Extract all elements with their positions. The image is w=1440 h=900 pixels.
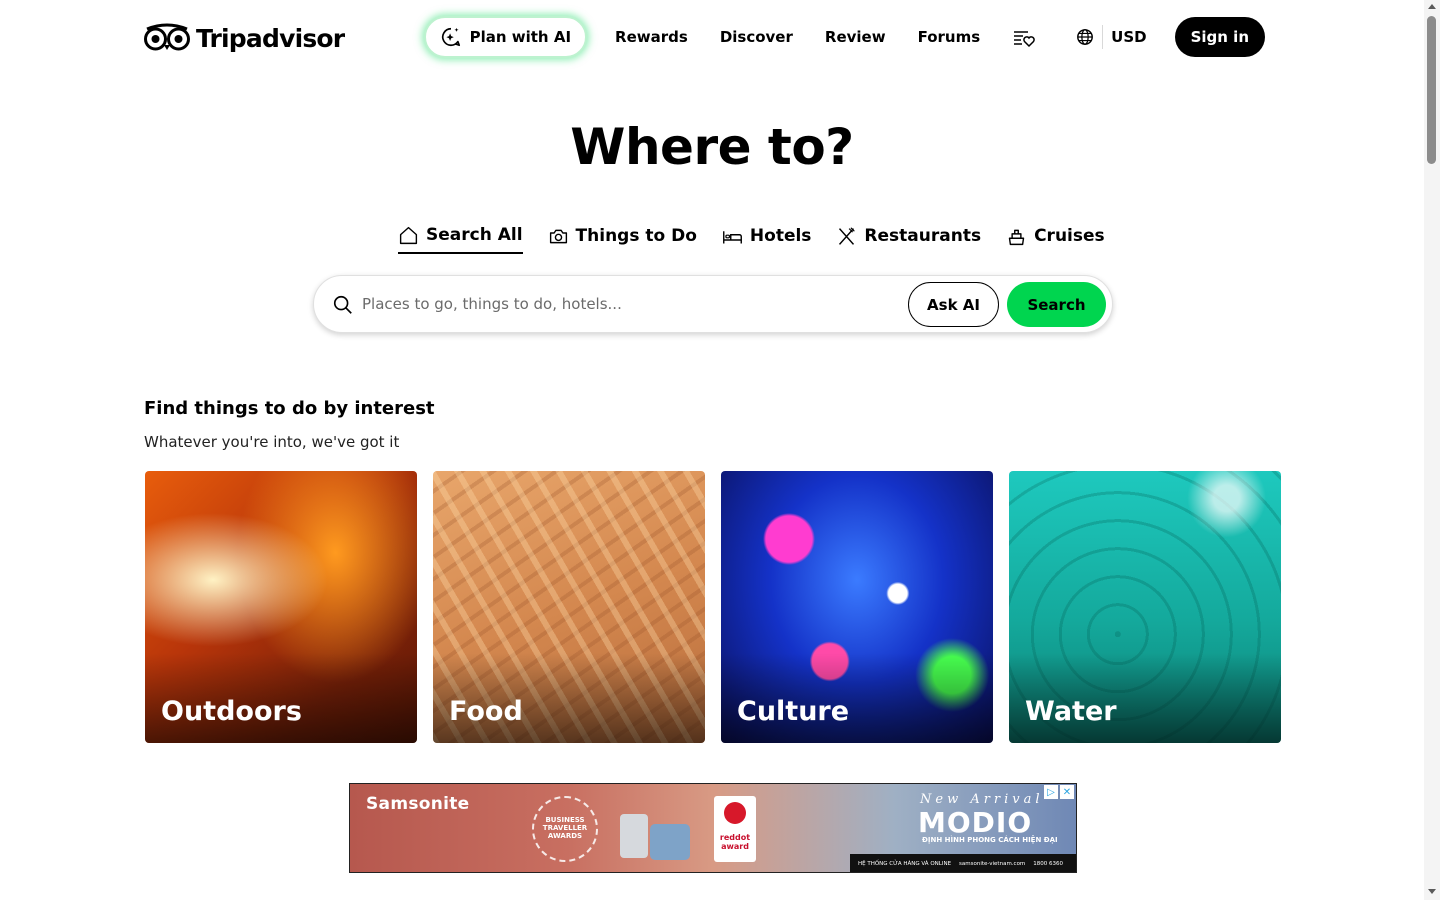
top-nav: Plan with AI Rewards Discover Review For… xyxy=(423,16,1265,58)
luggage-image xyxy=(650,824,690,860)
card-label: Water xyxy=(1025,696,1117,727)
ad-tagline: ĐỊNH HÌNH PHONG CÁCH HIỆN ĐẠI xyxy=(922,836,1058,844)
adchoices-icon[interactable]: ▷ xyxy=(1044,785,1058,799)
luggage-image xyxy=(620,814,648,858)
ai-sparkle-chat-icon xyxy=(441,27,460,47)
search-bar: Ask AI Search xyxy=(313,275,1113,333)
page-scrollbar[interactable] xyxy=(1424,0,1440,900)
top-header: Tripadvisor Plan with AI Rewards Discove… xyxy=(0,0,1424,76)
tab-restaurants[interactable]: Restaurants xyxy=(836,218,981,254)
tab-hotels[interactable]: Hotels xyxy=(722,218,812,254)
section-subtitle: Whatever you're into, we've got it xyxy=(144,433,400,451)
card-label: Culture xyxy=(737,696,850,727)
tab-things-to-do[interactable]: Things to Do xyxy=(548,218,697,254)
currency-selector[interactable]: USD xyxy=(1111,28,1146,46)
interest-card-water[interactable]: Water xyxy=(1009,471,1281,743)
ad-model-name: MODIO xyxy=(918,806,1033,839)
ad-strip-text: 1800 6360 xyxy=(1033,860,1064,867)
nav-discover[interactable]: Discover xyxy=(704,28,809,46)
ad-close-icon[interactable]: ✕ xyxy=(1060,785,1074,799)
interest-cards: Outdoors Food Culture Water xyxy=(145,471,1281,743)
plan-with-ai-label: Plan with AI xyxy=(469,28,572,46)
card-label: Outdoors xyxy=(161,696,302,727)
tab-label: Cruises xyxy=(1034,226,1105,246)
header-divider xyxy=(1102,25,1104,49)
interest-card-food[interactable]: Food xyxy=(433,471,705,743)
ad-strip-text: HỆ THỐNG CỬA HÀNG VÀ ONLINE xyxy=(858,860,952,867)
tab-label: Search All xyxy=(426,225,523,245)
trips-list-heart-icon[interactable] xyxy=(1012,25,1036,49)
ask-ai-button[interactable]: Ask AI xyxy=(908,282,999,327)
page-title: Where to? xyxy=(570,118,854,176)
globe-icon[interactable] xyxy=(1076,28,1094,46)
nav-forums[interactable]: Forums xyxy=(902,28,997,46)
interest-card-outdoors[interactable]: Outdoors xyxy=(145,471,417,743)
interest-card-culture[interactable]: Culture xyxy=(721,471,993,743)
scroll-down-arrow-icon[interactable] xyxy=(1428,889,1436,894)
search-input[interactable] xyxy=(362,284,902,324)
search-button[interactable]: Search xyxy=(1007,282,1106,327)
scroll-up-arrow-icon[interactable] xyxy=(1428,4,1436,9)
reddot-award-badge: reddot award xyxy=(714,796,756,862)
logo-wordmark: Tripadvisor xyxy=(196,23,345,53)
bed-icon xyxy=(722,230,742,243)
scrollbar-thumb[interactable] xyxy=(1427,16,1436,164)
card-label: Food xyxy=(449,696,523,727)
plan-with-ai-button[interactable]: Plan with AI xyxy=(423,16,588,58)
owl-logo-icon xyxy=(144,23,190,51)
tab-cruises[interactable]: Cruises xyxy=(1006,218,1105,254)
ad-strip-text: samsonite-vietnam.com xyxy=(959,860,1026,867)
ad-info-strip: HỆ THỐNG CỬA HÀNG VÀ ONLINE samsonite-vi… xyxy=(850,854,1076,872)
ad-new-arrival: New Arrival xyxy=(920,792,1044,807)
tripadvisor-logo[interactable]: Tripadvisor xyxy=(144,22,345,54)
tab-label: Hotels xyxy=(749,226,812,246)
nav-review[interactable]: Review xyxy=(809,28,902,46)
ship-icon xyxy=(1008,229,1025,245)
tab-label: Things to Do xyxy=(575,226,697,246)
tab-search-all[interactable]: Search All xyxy=(398,218,523,254)
sign-in-button[interactable]: Sign in xyxy=(1174,17,1265,57)
tab-label: Restaurants xyxy=(864,226,982,246)
camera-icon xyxy=(549,229,567,243)
ad-award-badge: BUSINESS TRAVELLER AWARDS xyxy=(532,796,598,862)
home-icon xyxy=(399,226,418,244)
fork-knife-icon xyxy=(839,226,856,245)
advertisement-banner[interactable]: Samsonite BUSINESS TRAVELLER AWARDS redd… xyxy=(349,783,1077,873)
search-icon xyxy=(333,295,352,314)
ad-brand: Samsonite xyxy=(366,794,470,814)
search-category-tabs: Search All Things to Do Hotels Restauran… xyxy=(398,218,1105,256)
nav-rewards[interactable]: Rewards xyxy=(599,28,704,46)
ad-choices: ▷ ✕ xyxy=(1044,785,1074,799)
section-title: Find things to do by interest xyxy=(144,398,435,419)
